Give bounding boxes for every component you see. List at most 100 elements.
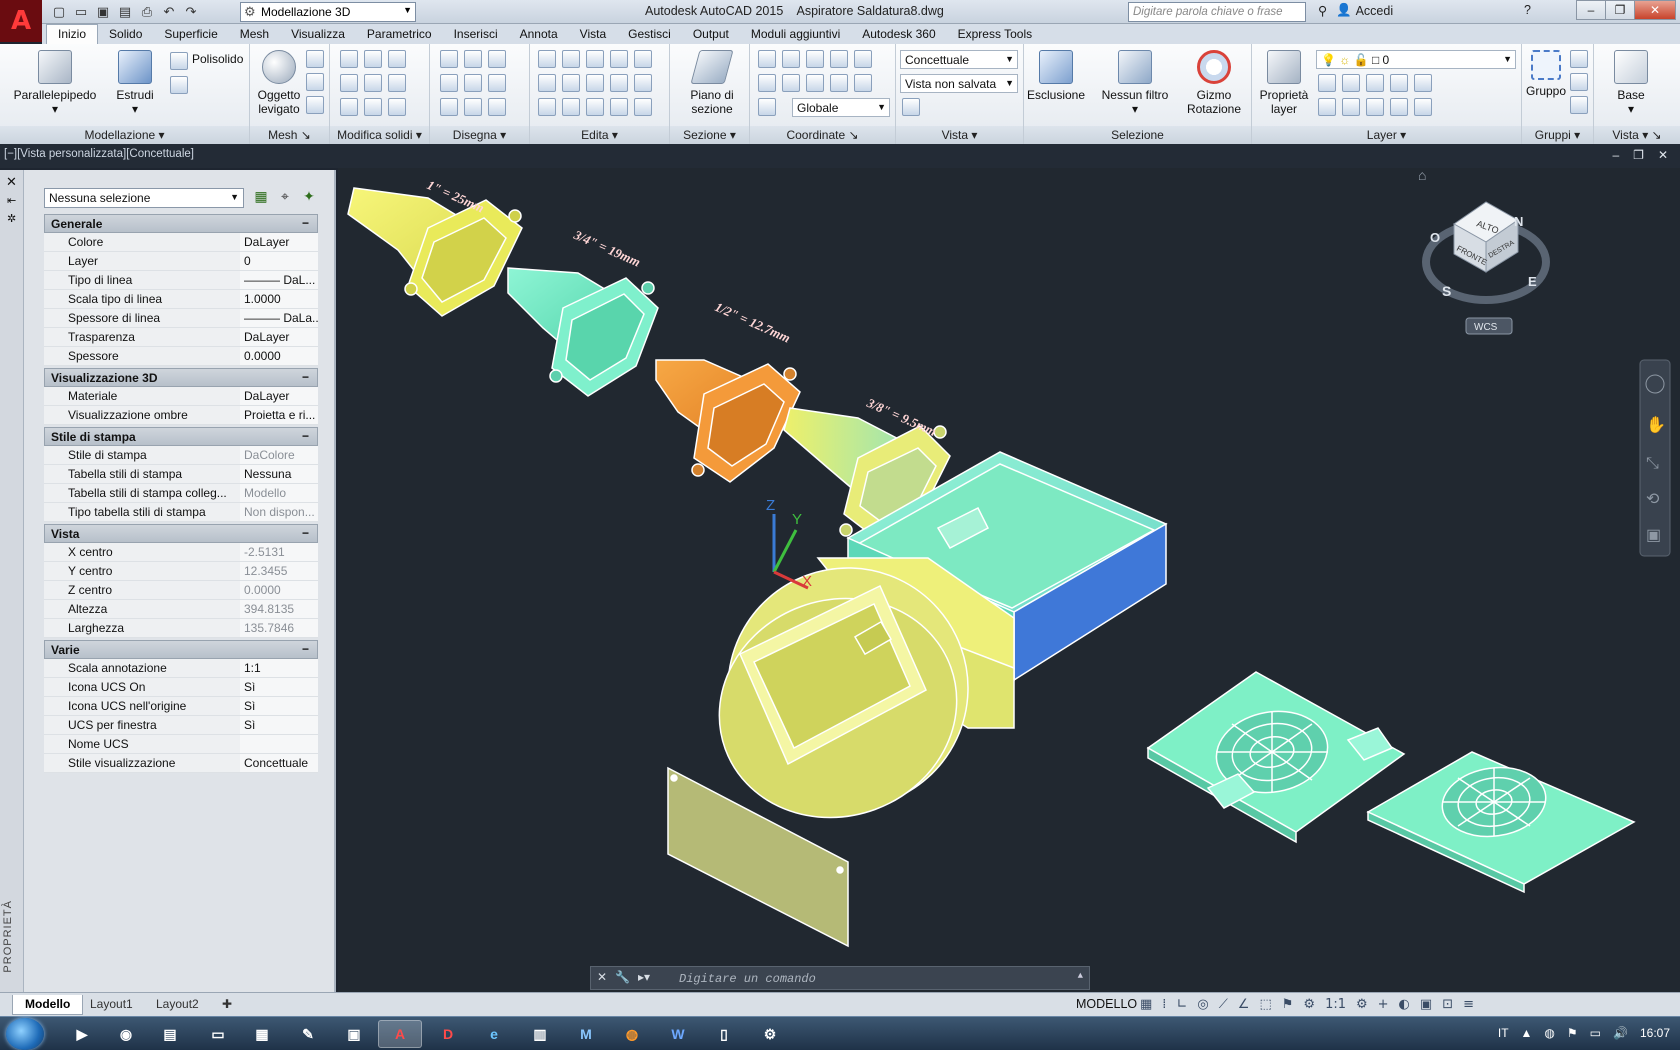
ucs-z-icon[interactable] [854,50,872,68]
taskbar-ie-icon[interactable]: e [472,1020,516,1048]
add-layout-button[interactable]: ✚ [210,995,244,1015]
esclusione-button[interactable]: Esclusione [1026,50,1086,102]
isolate-objects-icon[interactable]: ◐ [1399,997,1410,1012]
taskbar-app-icon[interactable]: ▭ [196,1020,240,1048]
property-value[interactable]: DaLayer [240,233,318,251]
select-objects-icon[interactable]: ⌖ [276,188,294,206]
chevron-up-icon[interactable]: ▲ [1078,971,1083,981]
volume-icon[interactable]: 🔊 [1613,1026,1628,1040]
panel-title[interactable]: Modifica solidi ▾ [330,126,429,144]
taskbar-word-icon[interactable]: W [656,1020,700,1048]
close-icon[interactable]: ✕ [6,174,17,190]
presspull-icon[interactable] [170,76,188,94]
property-row[interactable]: Colore DaLayer [44,233,318,252]
property-row[interactable]: Scala tipo di linea 1.0000 [44,290,318,309]
layer-unisolate-icon[interactable] [1342,98,1360,116]
selection-cycling-icon[interactable]: ⚑ [1282,997,1294,1012]
showmotion-icon[interactable]: ▣ [1646,527,1661,544]
property-value[interactable]: ——— DaL... [240,271,318,289]
ucs-world-icon[interactable] [782,50,800,68]
circle-icon[interactable] [488,74,506,92]
palette-settings-icon[interactable]: ✲ [7,212,16,225]
spline-icon[interactable] [440,74,458,92]
visual-style-select[interactable]: Concettuale ▼ [900,50,1018,69]
layer-on-icon[interactable] [1318,98,1336,116]
property-row[interactable]: Stile visualizzazione Concettuale [44,754,318,773]
base-button[interactable]: Base ▾ [1606,50,1656,116]
viewport-controls[interactable]: [−][Vista personalizzata][Concettuale] [0,144,1680,168]
tab-superficie[interactable]: Superficie [153,25,228,44]
tray-arrow-icon[interactable]: ▲ [1521,1026,1533,1040]
layer-freeze-icon[interactable] [1366,74,1384,92]
section-header[interactable]: Generale − [44,214,318,233]
viewport-minimize-button[interactable]: – [1612,148,1619,162]
layer-properties-button[interactable]: Proprietà layer [1256,50,1312,116]
collapse-icon[interactable]: − [302,642,309,656]
property-value[interactable]: Sì [240,716,318,734]
tab-modello[interactable]: Modello [12,995,84,1015]
layer-current-icon[interactable] [1414,98,1432,116]
collapse-icon[interactable]: − [302,216,309,230]
tab-gestisci[interactable]: Gestisci [617,25,682,44]
command-input[interactable]: Digitare un comando [679,972,816,986]
panel-title[interactable]: Sezione ▾ [670,126,749,144]
tab-autodesk-360[interactable]: Autodesk 360 [851,25,946,44]
property-row[interactable]: Tabella stili di stampa Nessuna [44,465,318,484]
taskbar-chrome-icon[interactable]: ◉ [104,1020,148,1048]
tab-inizio[interactable]: Inizio [46,24,99,44]
section-header[interactable]: Varie − [44,640,318,659]
hardware-accel-icon[interactable]: ▣ [1420,997,1432,1012]
isodraft-icon[interactable]: ⟋ [1219,997,1228,1012]
property-row[interactable]: Spessore 0.0000 [44,347,318,366]
paint-icon[interactable] [538,98,556,116]
polyline-icon[interactable] [440,50,458,68]
panel-title[interactable]: Selezione [1024,126,1251,144]
application-menu-button[interactable]: A [0,0,42,42]
model-space-toggle[interactable]: MODELLO [1076,997,1137,1011]
taskbar-app6-icon[interactable]: M [564,1020,608,1048]
taskbar-app2-icon[interactable]: ▦ [240,1020,284,1048]
gruppo-button[interactable]: Gruppo [1524,50,1568,98]
tab-layout1[interactable]: Layout1 [78,995,145,1015]
layer-match-icon[interactable] [1414,74,1432,92]
property-row[interactable]: Nome UCS [44,735,318,754]
layer-isolate-icon[interactable] [1342,74,1360,92]
property-value[interactable]: 394.8135 [240,600,318,618]
minimize-button[interactable]: – [1576,0,1606,20]
copy-icon[interactable] [610,50,628,68]
thicken-icon[interactable] [364,74,382,92]
collapse-icon[interactable]: − [302,370,309,384]
clock[interactable]: 16:07 [1640,1026,1670,1040]
property-value[interactable]: -2.5131 [240,543,318,561]
tab-moduli-aggiuntivi[interactable]: Moduli aggiuntivi [740,25,851,44]
property-value[interactable]: Concettuale [240,754,318,772]
language-indicator[interactable]: IT [1498,1026,1509,1040]
dynamic-ucs-icon[interactable]: ⬚ [1259,997,1271,1012]
tab-express-tools[interactable]: Express Tools [947,25,1043,44]
scale-icon[interactable] [610,74,628,92]
panel-title[interactable]: Layer ▾ [1252,126,1521,144]
toggle-pickadd-icon[interactable]: ▦ [252,188,270,206]
quick-select-icon[interactable]: ✦ [300,188,318,206]
ucs-face-icon[interactable] [806,74,824,92]
panel-title[interactable]: Mesh ↘ [250,126,329,144]
close-icon[interactable]: ✕ [597,970,607,984]
property-row[interactable]: X centro -2.5131 [44,543,318,562]
open-icon[interactable]: ▭ [72,3,90,21]
funnel-1-2-inch[interactable] [655,359,801,483]
ucs-select[interactable]: Globale ▼ [792,98,890,117]
ucs-previous-icon[interactable] [782,74,800,92]
property-row[interactable]: Spessore di linea ——— DaLa... [44,309,318,328]
loft-icon[interactable] [610,98,628,116]
layer-select[interactable]: 💡 ☼ 🔓 □ 0 ▼ [1316,50,1516,69]
property-value[interactable]: DaLayer [240,387,318,405]
ellipse-icon[interactable] [488,98,506,116]
ucs-x-icon[interactable] [758,74,776,92]
mesh-smooth-icon[interactable] [306,50,324,68]
polisolido-button[interactable]: Polisolido [170,52,243,70]
panel-title[interactable]: Gruppi ▾ [1522,126,1593,144]
ungroup-icon[interactable] [1570,50,1588,68]
navigation-bar[interactable]: ✋ ⤡ ⟲ ▣ [1639,359,1671,557]
gizmo-rotazione-button[interactable]: Gizmo Rotazione [1182,50,1246,116]
ucs-icon-toggle-icon[interactable] [758,98,776,116]
